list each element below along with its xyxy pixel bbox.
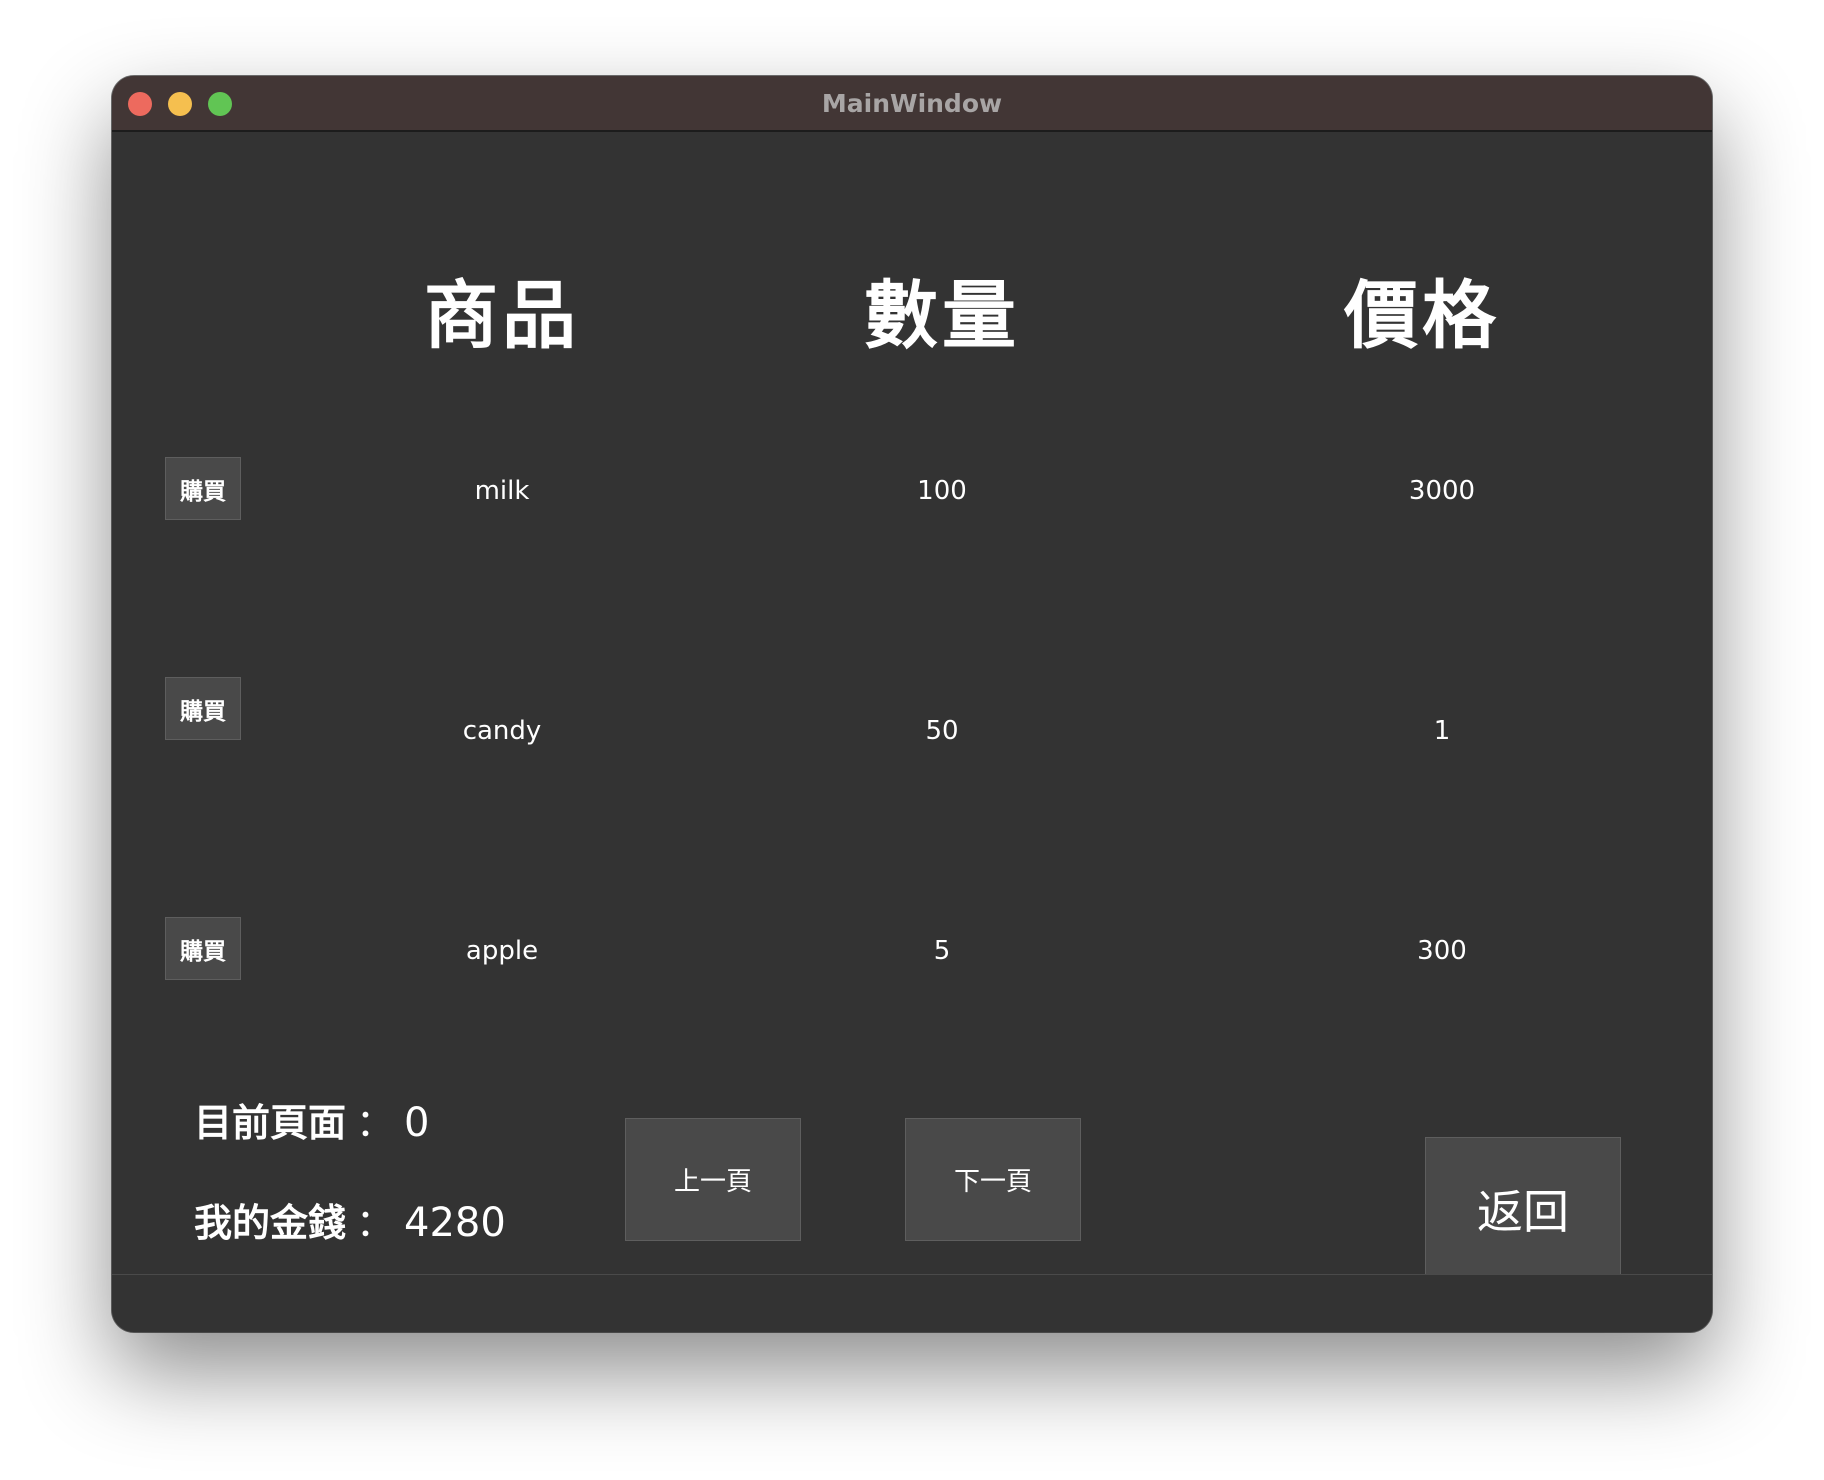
product-price: 1 [1433, 716, 1451, 746]
buy-button[interactable]: 購買 [165, 457, 241, 520]
product-price: 300 [1417, 936, 1467, 966]
money-label: 我的金錢 [194, 1201, 347, 1245]
back-button[interactable]: 返回 [1425, 1137, 1621, 1280]
product-name: milk [474, 476, 530, 506]
product-quantity: 5 [933, 936, 951, 966]
separator: ： [356, 1201, 395, 1245]
product-name: apple [465, 936, 539, 966]
title-bar: MainWindow [112, 76, 1712, 132]
money-info: 我的金錢： 4280 [194, 1192, 506, 1247]
next-page-button[interactable]: 下一頁 [905, 1118, 1081, 1241]
header-quantity: 數量 [864, 273, 1020, 359]
separator: ： [356, 1101, 395, 1145]
product-name: candy [462, 716, 542, 746]
current-page-value: 0 [404, 1100, 430, 1146]
prev-page-button[interactable]: 上一頁 [625, 1118, 801, 1241]
current-page-label: 目前頁面 [194, 1101, 347, 1145]
buy-button[interactable]: 購買 [165, 677, 241, 740]
product-quantity: 50 [925, 716, 959, 746]
current-page-info: 目前頁面： 0 [194, 1092, 429, 1147]
header-price: 價格 [1344, 273, 1500, 359]
shop-content: 商品 數量 價格 購買 milk 100 3000 購買 candy 50 1 … [112, 132, 1712, 1280]
window-title: MainWindow [821, 89, 1003, 118]
buy-button[interactable]: 購買 [165, 917, 241, 980]
money-value: 4280 [404, 1200, 506, 1246]
status-bar [112, 1274, 1712, 1332]
main-window: MainWindow 商品 數量 價格 購買 milk 100 3000 購買 … [112, 76, 1712, 1332]
product-price: 3000 [1408, 476, 1476, 506]
product-quantity: 100 [917, 476, 967, 506]
header-product: 商品 [424, 273, 580, 359]
